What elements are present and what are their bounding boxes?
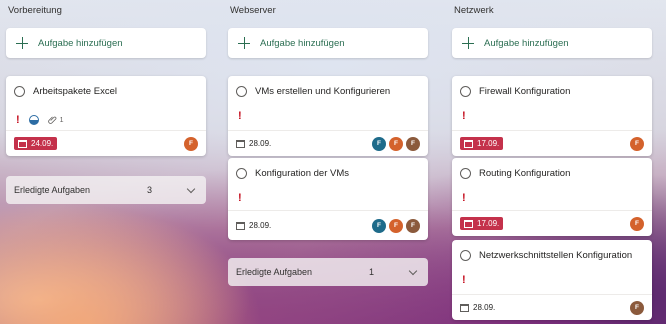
avatar[interactable]: F [630, 300, 644, 315]
completed-label: Erledigte Aufgaben [236, 267, 313, 277]
task-card[interactable]: Routing Konfiguration ! 17.09. F [452, 158, 652, 236]
calendar-icon [18, 139, 27, 148]
due-date: 28.09. [473, 303, 496, 312]
task-card[interactable]: Arbeitspakete Excel ! 1 24.09. F [6, 76, 206, 156]
plus-icon [462, 37, 474, 49]
progress-in-progress-icon [28, 115, 39, 125]
column-title: Webserver [230, 5, 276, 16]
task-title: Arbeitspakete Excel [33, 86, 117, 97]
priority-important-icon: ! [16, 114, 20, 126]
task-card[interactable]: Firewall Konfiguration ! 17.09. F [452, 76, 652, 156]
attachment-count: 1 [59, 116, 64, 124]
avatar[interactable]: F [406, 136, 420, 151]
due-date: 17.09. [477, 139, 500, 148]
avatar[interactable]: F [372, 218, 386, 233]
due-date: 28.09. [249, 139, 272, 148]
task-title: Routing Konfiguration [479, 168, 571, 179]
task-title: Netzwerkschnittstellen Konfiguration [479, 250, 633, 261]
completed-tasks-toggle[interactable]: Erledigte Aufgaben 1 [228, 258, 428, 286]
completed-tasks-toggle[interactable]: Erledigte Aufgaben 3 [6, 176, 206, 204]
due-date: 17.09. [477, 219, 500, 228]
avatar[interactable]: F [389, 218, 403, 233]
complete-checkbox[interactable] [460, 86, 471, 97]
add-task-label: Aufgabe hinzufügen [484, 37, 569, 49]
complete-checkbox[interactable] [236, 86, 247, 97]
completed-count: 1 [368, 267, 374, 277]
avatar[interactable]: F [630, 216, 644, 231]
avatar[interactable]: F [184, 136, 198, 151]
add-task-button[interactable]: Aufgabe hinzufügen [6, 28, 206, 58]
add-task-button[interactable]: Aufgabe hinzufügen [452, 28, 652, 58]
completed-count: 3 [146, 185, 152, 195]
calendar-icon [464, 139, 473, 148]
chevron-down-icon [186, 184, 196, 193]
calendar-icon [236, 221, 245, 230]
chevron-down-icon [408, 266, 418, 275]
due-date-badge[interactable]: 28.09. [460, 303, 495, 312]
due-date: 24.09. [31, 139, 54, 148]
task-title: Firewall Konfiguration [479, 86, 571, 97]
avatar[interactable]: F [389, 136, 403, 151]
priority-important-icon: ! [462, 274, 466, 286]
task-card[interactable]: VMs erstellen und Konfigurieren ! 28.09.… [228, 76, 428, 156]
priority-important-icon: ! [462, 192, 466, 204]
column-vorbereitung: Vorbereitung Aufgabe hinzufügen Arbeitsp… [6, 0, 206, 204]
plus-icon [238, 37, 250, 49]
calendar-icon [464, 219, 473, 228]
avatar[interactable]: F [630, 136, 644, 151]
avatar[interactable]: F [406, 218, 420, 233]
task-title: Konfiguration der VMs [255, 168, 349, 179]
due-date-badge[interactable]: 17.09. [460, 137, 504, 150]
complete-checkbox[interactable] [236, 168, 247, 179]
add-task-label: Aufgabe hinzufügen [38, 37, 123, 49]
task-card[interactable]: Konfiguration der VMs ! 28.09. F F F [228, 158, 428, 240]
column-title: Netzwerk [454, 5, 494, 16]
priority-important-icon: ! [462, 110, 466, 122]
completed-label: Erledigte Aufgaben [14, 185, 91, 195]
column-webserver: Webserver Aufgabe hinzufügen VMs erstell… [228, 0, 428, 286]
due-date-badge[interactable]: 24.09. [14, 137, 58, 150]
due-date-badge[interactable]: 28.09. [236, 139, 271, 148]
column-title: Vorbereitung [8, 5, 62, 16]
due-date-badge[interactable]: 28.09. [236, 221, 271, 230]
priority-important-icon: ! [238, 192, 242, 204]
due-date-badge[interactable]: 17.09. [460, 217, 504, 230]
add-task-button[interactable]: Aufgabe hinzufügen [228, 28, 428, 58]
complete-checkbox[interactable] [14, 86, 25, 97]
task-title: VMs erstellen und Konfigurieren [255, 86, 391, 97]
complete-checkbox[interactable] [460, 250, 471, 261]
avatar[interactable]: F [372, 136, 386, 151]
plus-icon [16, 37, 28, 49]
priority-important-icon: ! [238, 110, 242, 122]
task-card[interactable]: Netzwerkschnittstellen Konfiguration ! 2… [452, 240, 652, 320]
attachment-icon: 1 [47, 116, 64, 125]
column-netzwerk: Netzwerk Aufgabe hinzufügen Firewall Kon… [452, 0, 652, 320]
complete-checkbox[interactable] [460, 168, 471, 179]
add-task-label: Aufgabe hinzufügen [260, 37, 345, 49]
calendar-icon [236, 139, 245, 148]
calendar-icon [460, 303, 469, 312]
due-date: 28.09. [249, 221, 272, 230]
